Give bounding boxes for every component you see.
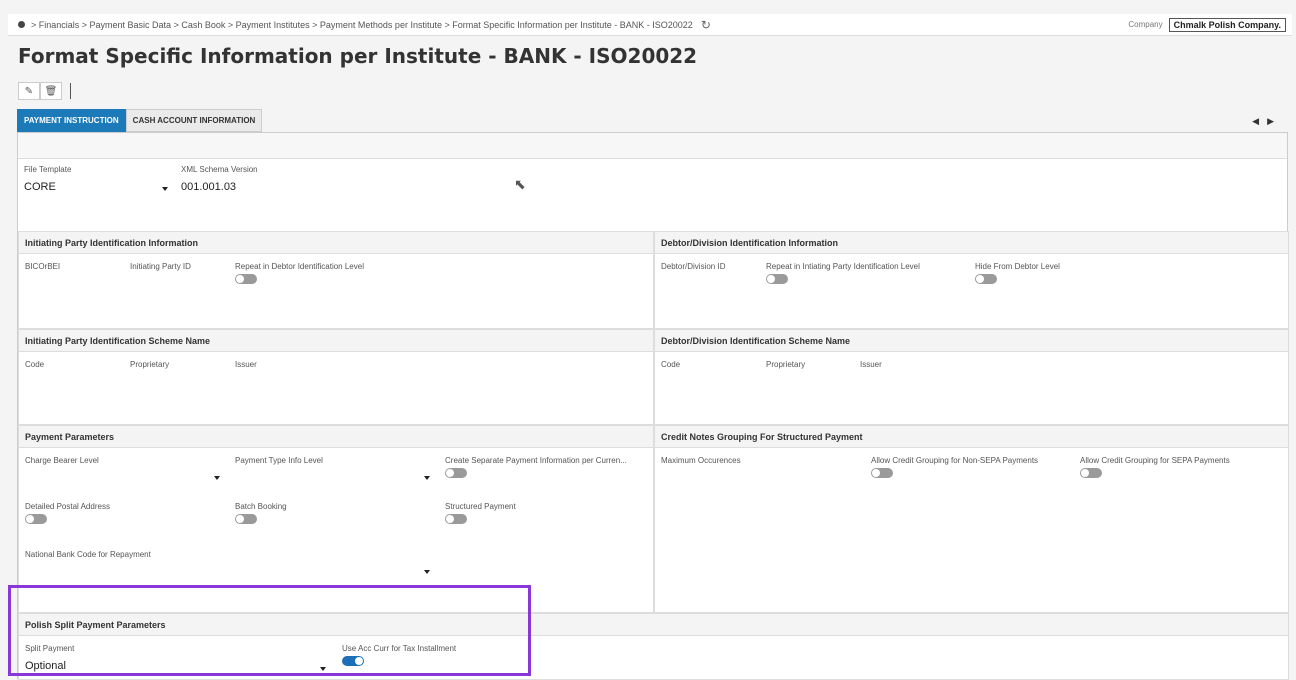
repeat-initiating-label: Repeat in Intiating Party Identification… [766,262,920,271]
initiating-party-section: Initiating Party Identification Informat… [18,231,654,329]
refresh-icon[interactable]: ↻ [701,18,711,32]
initiating-scheme-title: Initiating Party Identification Scheme N… [19,330,653,352]
structured-payment-label: Structured Payment [445,502,516,511]
credit-notes-title: Credit Notes Grouping For Structured Pay… [655,426,1288,448]
hide-from-debtor-label: Hide From Debtor Level [975,262,1060,271]
allow-sepa-toggle[interactable] [1080,468,1102,478]
tab-payment-instruction[interactable]: PAYMENT INSTRUCTION [17,109,126,132]
file-template-caret-icon[interactable] [162,187,168,191]
company-label: Company [1128,20,1163,29]
debtor-scheme-title: Debtor/Division Identification Scheme Na… [655,330,1288,352]
charge-bearer-caret-icon[interactable] [214,476,220,480]
initiating-scheme-proprietary-label: Proprietary [130,360,170,369]
allow-sepa-label: Allow Credit Grouping for SEPA Payments [1080,456,1230,465]
debtor-scheme-section: Debtor/Division Identification Scheme Na… [654,329,1289,425]
tab-scroll-arrows[interactable]: ◀▶ [1252,116,1282,127]
xml-schema-label: XML Schema Version [181,165,258,174]
xml-schema-value[interactable]: 001.001.03 [181,181,236,193]
detailed-postal-toggle[interactable] [25,514,47,524]
toolbar-divider [70,83,71,99]
max-occurences-label: Maximum Occurences [661,456,741,465]
repeat-debtor-label: Repeat in Debtor Identification Level [235,262,364,271]
home-icon[interactable] [18,21,25,28]
panel-header [18,133,1287,159]
allow-non-sepa-label: Allow Credit Grouping for Non-SEPA Payme… [871,456,1039,465]
debtor-division-section: Debtor/Division Identification Informati… [654,231,1289,329]
payment-parameters-title: Payment Parameters [19,426,653,448]
initiating-scheme-section: Initiating Party Identification Scheme N… [18,329,654,425]
payment-type-info-caret-icon[interactable] [424,476,430,480]
highlight-box [8,585,531,676]
company-selector: Company Chmalk Polish Company. [1128,17,1286,32]
toolbar: ✎ 🗑 [18,82,71,100]
national-bank-code-caret-icon[interactable] [424,570,430,574]
charge-bearer-label: Charge Bearer Level [25,456,99,465]
file-template-label: File Template [24,165,72,174]
page-title: Format Specific Information per Institut… [18,44,698,68]
debtor-scheme-proprietary-label: Proprietary [766,360,806,369]
debtor-division-id-label: Debtor/Division ID [661,262,726,271]
breadcrumb-bar: > Financials > Payment Basic Data > Cash… [8,14,1292,36]
debtor-division-title: Debtor/Division Identification Informati… [655,232,1288,254]
payment-type-info-label: Payment Type Info Level [235,456,323,465]
detailed-postal-label: Detailed Postal Address [25,502,110,511]
initiating-scheme-issuer-label: Issuer [235,360,257,369]
bicorbei-label: BICOrBEI [25,262,61,271]
repeat-initiating-toggle[interactable] [766,274,788,284]
initiating-party-id-label: Initiating Party ID [130,262,191,271]
edit-icon[interactable]: ✎ [18,82,40,100]
repeat-debtor-toggle[interactable] [235,274,257,284]
structured-payment-toggle[interactable] [445,514,467,524]
file-template-select[interactable]: CORE [24,181,56,193]
allow-non-sepa-toggle[interactable] [871,468,893,478]
hide-from-debtor-toggle[interactable] [975,274,997,284]
mouse-cursor-icon: ⬉ [514,176,526,192]
initiating-party-title: Initiating Party Identification Informat… [19,232,653,254]
create-separate-label: Create Separate Payment Information per … [445,456,627,465]
credit-notes-section: Credit Notes Grouping For Structured Pay… [654,425,1289,613]
initiating-scheme-code-label: Code [25,360,45,369]
create-separate-toggle[interactable] [445,468,467,478]
delete-icon[interactable]: 🗑 [40,82,62,100]
national-bank-code-label: National Bank Code for Repayment [25,550,151,559]
tab-cash-account-information[interactable]: CASH ACCOUNT INFORMATION [125,109,263,132]
breadcrumb[interactable]: > Financials > Payment Basic Data > Cash… [31,20,693,30]
debtor-scheme-issuer-label: Issuer [860,360,882,369]
batch-booking-label: Batch Booking [235,502,287,511]
company-value[interactable]: Chmalk Polish Company. [1168,17,1286,32]
tab-bar: PAYMENT INSTRUCTION CASH ACCOUNT INFORMA… [17,109,263,132]
debtor-scheme-code-label: Code [661,360,681,369]
batch-booking-toggle[interactable] [235,514,257,524]
